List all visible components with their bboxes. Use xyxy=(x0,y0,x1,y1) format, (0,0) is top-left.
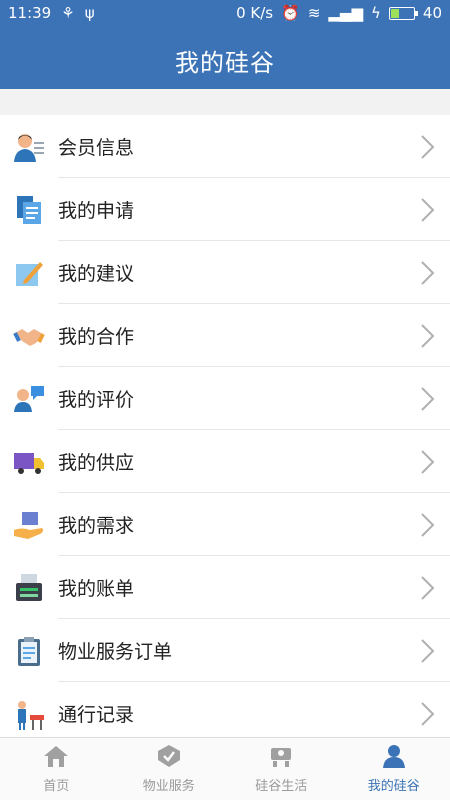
chevron-right-icon xyxy=(416,321,438,351)
tab-label: 首页 xyxy=(43,779,70,794)
chevron-right-icon xyxy=(416,573,438,603)
wifi-icon: ≋ xyxy=(307,4,321,22)
menu-item[interactable]: 通行记录 xyxy=(0,682,450,745)
chevron-right-icon xyxy=(416,510,438,540)
menu-item-label: 我的需求 xyxy=(58,515,135,537)
hand-box-icon xyxy=(12,508,46,542)
alarm-icon: ⏰ xyxy=(281,4,300,22)
menu-item-label: 我的合作 xyxy=(58,326,135,348)
tab-item[interactable]: 硅谷生活 xyxy=(225,738,338,800)
menu-item-label: 物业服务订单 xyxy=(58,641,173,663)
chevron-right-icon xyxy=(416,636,438,666)
chevron-right-icon xyxy=(416,447,438,477)
menu-item-label: 会员信息 xyxy=(58,137,135,159)
menu-item-label: 我的账单 xyxy=(58,578,135,600)
bottom-tab-bar: 首页 物业服务 硅谷生活 我的硅谷 xyxy=(0,737,450,800)
chevron-right-icon xyxy=(416,699,438,729)
truck-icon xyxy=(12,445,46,479)
menu-item[interactable]: 我的需求 xyxy=(0,493,450,556)
edit-note-icon xyxy=(12,256,46,290)
property-service-icon xyxy=(156,744,182,772)
menu-list: 会员信息我的申请我的建议我的合作我的评价我的供应我的需求我的账单物业服务订单 通行… xyxy=(0,115,450,745)
menu-item[interactable]: 我的建议 xyxy=(0,241,450,304)
battery-level: 40 xyxy=(422,4,442,22)
tab-item[interactable]: 首页 xyxy=(0,738,113,800)
life-icon xyxy=(268,744,294,772)
signal-icon: ▂▄▆ xyxy=(328,4,363,22)
clipboard-icon xyxy=(12,634,46,668)
menu-item[interactable]: 物业服务订单 xyxy=(0,619,450,682)
menu-item[interactable]: 我的供应 xyxy=(0,430,450,493)
document-icon xyxy=(12,193,46,227)
menu-item-label: 我的建议 xyxy=(58,263,135,285)
menu-item[interactable]: 我的合作 xyxy=(0,304,450,367)
menu-item-label: 我的供应 xyxy=(58,452,135,474)
chevron-right-icon xyxy=(416,132,438,162)
handshake-icon xyxy=(12,319,46,353)
user-icon xyxy=(381,744,407,772)
usb-icon: ⚘ xyxy=(61,4,75,22)
comment-user-icon xyxy=(12,382,46,416)
app-header: 11:39 ⚘ ψ 0 K/s ⏰ ≋ ▂▄▆ ϟ 40 我的硅谷 xyxy=(0,0,450,89)
menu-item-label: 通行记录 xyxy=(58,704,135,726)
tab-item[interactable]: 我的硅谷 xyxy=(338,738,450,800)
charging-icon: ϟ xyxy=(371,4,381,22)
battery-icon xyxy=(388,6,418,20)
menu-item[interactable]: 我的申请 xyxy=(0,178,450,241)
home-icon xyxy=(43,744,69,772)
tab-label: 我的硅谷 xyxy=(367,779,420,794)
page-title: 我的硅谷 xyxy=(175,49,275,77)
usb-debug-icon: ψ xyxy=(84,4,95,22)
chevron-right-icon xyxy=(416,195,438,225)
member-info-icon xyxy=(12,130,46,164)
bill-printer-icon xyxy=(12,571,46,605)
menu-item[interactable]: 我的评价 xyxy=(0,367,450,430)
access-gate-icon xyxy=(12,697,46,731)
menu-item-label: 我的申请 xyxy=(58,200,135,222)
network-speed: 0 K/s xyxy=(236,4,274,22)
menu-item-label: 我的评价 xyxy=(58,389,135,411)
menu-item[interactable]: 会员信息 xyxy=(0,115,450,178)
status-time: 11:39 xyxy=(8,4,52,22)
menu-item[interactable]: 我的账单 xyxy=(0,556,450,619)
tab-label: 物业服务 xyxy=(142,779,195,794)
chevron-right-icon xyxy=(416,258,438,288)
tab-item[interactable]: 物业服务 xyxy=(113,738,226,800)
status-bar: 11:39 ⚘ ψ 0 K/s ⏰ ≋ ▂▄▆ ϟ 40 xyxy=(0,0,450,28)
chevron-right-icon xyxy=(416,384,438,414)
tab-label: 硅谷生活 xyxy=(255,779,308,794)
